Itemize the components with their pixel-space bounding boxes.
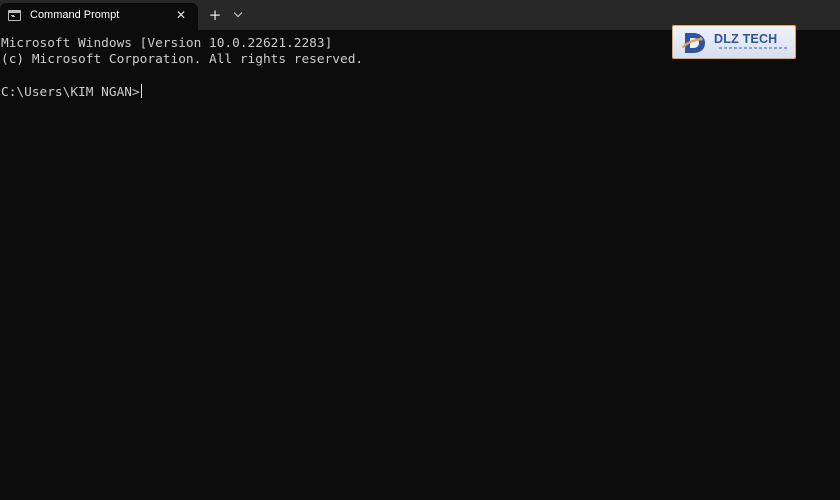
dlz-tech-logo: DLZ TECH (672, 25, 796, 59)
prompt-line[interactable]: C:\Users\KIM NGAN> (1, 84, 821, 100)
chevron-down-icon[interactable] (232, 8, 246, 22)
plus-icon[interactable]: + (207, 6, 223, 24)
tab-title: Command Prompt (30, 9, 120, 21)
dlz-logo-icon (681, 33, 705, 53)
logo-tagline (719, 47, 787, 49)
tab-command-prompt[interactable]: Command Prompt ✕ (0, 3, 198, 30)
close-icon[interactable]: ✕ (174, 8, 188, 22)
terminal-icon (8, 10, 21, 21)
logo-brand-text: DLZ TECH (714, 32, 778, 46)
prompt-text: C:\Users\KIM NGAN> (1, 85, 140, 100)
text-cursor (140, 84, 142, 98)
command-prompt-window: Command Prompt ✕ + Microsoft Windows [Ve… (0, 0, 840, 500)
